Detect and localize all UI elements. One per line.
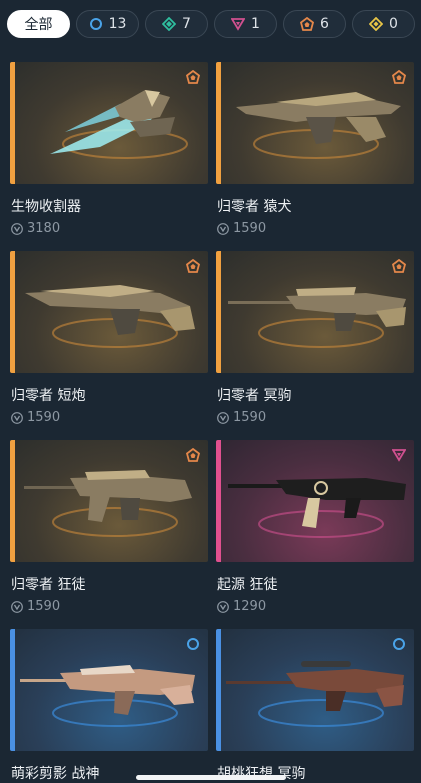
weapon-image — [236, 92, 401, 159]
skin-price-value: 1290 — [233, 599, 267, 614]
skin-image — [10, 629, 208, 751]
tier-accent-bar — [216, 251, 221, 373]
filter-all-label: 全部 — [24, 17, 53, 33]
filter-exclusive-count: 6 — [320, 16, 329, 32]
select-tier-icon — [187, 638, 199, 650]
filter-deluxe-count: 7 — [182, 16, 191, 32]
skin-name: 萌彩剪影 战神 — [11, 766, 100, 782]
skin-card[interactable]: 归零者 狂徒 1590 — [10, 440, 208, 614]
filter-select-count: 13 — [108, 16, 127, 32]
skin-price: 1590 — [216, 221, 414, 236]
weapon-image — [50, 90, 188, 159]
weapon-image — [24, 470, 192, 537]
exclusive-tier-icon — [392, 259, 406, 273]
skin-name: 生物收割器 — [11, 199, 81, 215]
skin-card[interactable]: 归零者 猿犬 1590 — [216, 62, 414, 236]
valorant-points-icon — [217, 411, 229, 424]
ultra-tier-icon — [369, 17, 384, 31]
exclusive-tier-icon — [392, 70, 406, 84]
filter-exclusive-button[interactable]: 6 — [283, 10, 346, 38]
skin-price-value: 1590 — [233, 221, 267, 236]
filter-premium-count: 1 — [251, 16, 260, 32]
tier-accent-bar — [10, 629, 15, 751]
skin-card[interactable]: 归零者 短炮 1590 — [10, 251, 208, 425]
tier-accent-bar — [216, 440, 221, 562]
exclusive-tier-icon — [186, 259, 200, 273]
skin-price: 1290 — [216, 599, 414, 614]
tier-accent-bar — [216, 629, 221, 751]
filter-select-button[interactable]: 13 — [76, 10, 139, 38]
tier-filter-bar: 全部 13 7 1 6 0 — [7, 10, 421, 40]
skin-card[interactable]: 起源 狂徒 1290 — [216, 440, 414, 614]
filter-premium-button[interactable]: 1 — [214, 10, 277, 38]
tier-accent-bar — [10, 251, 15, 373]
skin-image — [216, 251, 414, 373]
select-tier-icon — [89, 18, 102, 30]
exclusive-tier-icon — [186, 70, 200, 84]
skin-price: 3180 — [10, 221, 208, 236]
home-indicator[interactable] — [135, 775, 286, 780]
skin-price-value: 1590 — [27, 410, 61, 425]
skin-image — [10, 62, 208, 184]
skin-image — [10, 251, 208, 373]
skin-price: 1590 — [216, 410, 414, 425]
skin-price-value: 1590 — [27, 599, 61, 614]
skin-name: 归零者 猿犬 — [217, 199, 292, 215]
valorant-points-icon — [217, 222, 229, 235]
weapon-image — [226, 661, 404, 727]
premium-tier-icon — [231, 18, 246, 31]
skin-name: 起源 狂徒 — [217, 577, 278, 593]
skin-image — [216, 440, 414, 562]
skin-price-value: 3180 — [27, 221, 61, 236]
exclusive-tier-icon — [186, 448, 200, 462]
valorant-points-icon — [217, 600, 229, 613]
filter-ultra-button[interactable]: 0 — [352, 10, 415, 38]
weapon-image — [228, 478, 406, 538]
skin-image — [216, 62, 414, 184]
premium-tier-icon — [392, 449, 406, 462]
select-tier-icon — [393, 638, 405, 650]
valorant-points-icon — [11, 222, 23, 235]
skin-name: 归零者 冥驹 — [217, 388, 292, 404]
skin-card[interactable]: 萌彩剪影 战神 — [10, 629, 208, 783]
deluxe-tier-icon — [162, 17, 177, 31]
skin-card[interactable]: 胡桃狂想 冥驹 — [216, 629, 414, 783]
weapon-image — [20, 665, 195, 727]
weapon-image — [228, 287, 406, 348]
filter-ultra-count: 0 — [389, 16, 398, 32]
skin-name: 归零者 狂徒 — [11, 577, 86, 593]
skin-image — [216, 629, 414, 751]
valorant-points-icon — [11, 411, 23, 424]
skin-image — [10, 440, 208, 562]
valorant-points-icon — [11, 600, 23, 613]
skin-card[interactable]: 归零者 冥驹 1590 — [216, 251, 414, 425]
skin-card[interactable]: 生物收割器 3180 — [10, 62, 208, 236]
tier-accent-bar — [10, 62, 15, 184]
filter-all-button[interactable]: 全部 — [7, 10, 70, 38]
tier-accent-bar — [216, 62, 221, 184]
skin-name: 归零者 短炮 — [11, 388, 86, 404]
filter-deluxe-button[interactable]: 7 — [145, 10, 208, 38]
skin-name: 胡桃狂想 冥驹 — [217, 766, 306, 782]
tier-accent-bar — [10, 440, 15, 562]
exclusive-tier-icon — [300, 17, 315, 31]
skin-price: 1590 — [10, 599, 208, 614]
weapon-image — [25, 285, 195, 348]
skin-price-value: 1590 — [233, 410, 267, 425]
skin-price: 1590 — [10, 410, 208, 425]
